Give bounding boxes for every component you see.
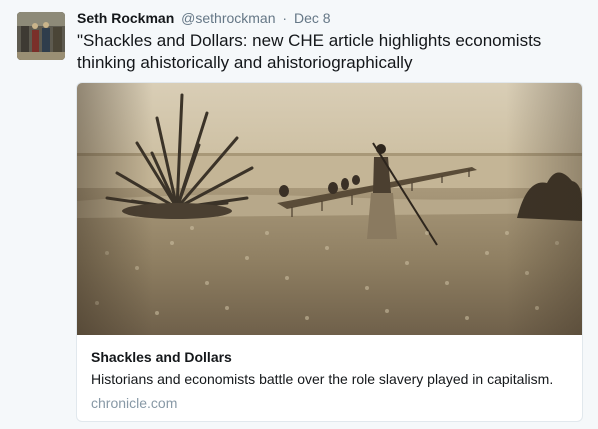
tweet-text: "Shackles and Dollars: new CHE article h… (77, 31, 542, 72)
card-description: Historians and economists battle over th… (91, 371, 554, 387)
card-image[interactable] (77, 83, 582, 335)
author-handle[interactable]: @sethrockman (181, 10, 275, 26)
card-body[interactable]: Shackles and Dollars Historians and econ… (91, 348, 571, 412)
tweet[interactable]: Seth Rockman @sethrockman · Dec 8 "Shack… (0, 0, 598, 429)
avatar-image (17, 12, 65, 60)
card-title[interactable]: Shackles and Dollars (91, 348, 571, 366)
link-card[interactable]: Shackles and Dollars Historians and econ… (76, 82, 583, 422)
author-name[interactable]: Seth Rockman (77, 10, 174, 26)
header-separator: · (282, 10, 288, 26)
tweet-header: Seth Rockman @sethrockman · Dec 8 (77, 9, 331, 27)
card-domain[interactable]: chronicle.com (91, 394, 571, 412)
avatar[interactable] (17, 12, 65, 60)
tweet-timestamp[interactable]: Dec 8 (294, 10, 331, 26)
